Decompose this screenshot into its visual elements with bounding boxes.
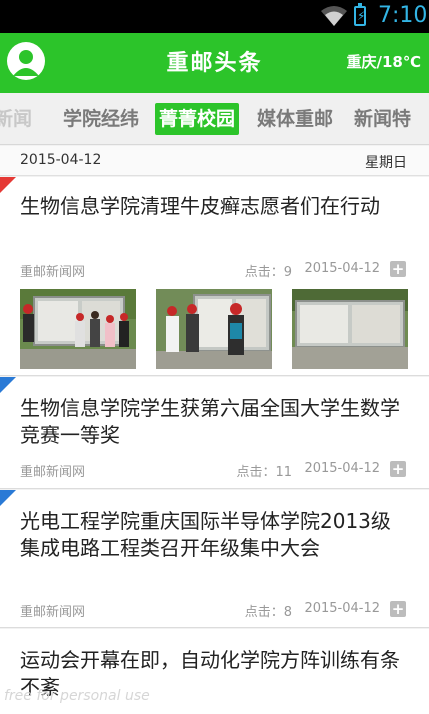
news-photo[interactable] — [156, 289, 272, 369]
tab-media[interactable]: 媒体重邮 — [253, 103, 337, 135]
news-title[interactable]: 生物信息学院清理牛皮癣志愿者们在行动 — [20, 193, 400, 220]
news-clicks: 点击：11 — [236, 465, 292, 480]
status-bar: ⚡ 7:10 — [0, 0, 429, 33]
tab-campus[interactable]: 菁菁校园 — [155, 103, 240, 135]
weekday: 星期日 — [365, 155, 407, 171]
news-meta: 重邮新闻网 点击：9 2015-04-12 — [20, 261, 410, 280]
badge-corner-icon — [0, 377, 16, 393]
category-tabs: 新闻 学院经纬 菁菁校园 媒体重邮 新闻特 — [0, 93, 429, 145]
tab-news-special[interactable]: 新闻特 — [350, 103, 415, 135]
news-meta: 重邮新闻网 点击：11 2015-04-12 — [20, 461, 410, 480]
news-clicks: 点击：8 — [244, 605, 292, 620]
badge-corner-icon — [0, 177, 16, 193]
watermark: free for personal use — [4, 688, 150, 704]
news-item[interactable]: 生物信息学院学生获第六届全国大学生数学竞赛一等奖 重邮新闻网 点击：11 201… — [0, 377, 429, 489]
news-photo[interactable] — [20, 289, 136, 369]
news-source: 重邮新闻网 — [20, 465, 86, 480]
news-source: 重邮新闻网 — [20, 265, 86, 280]
news-source: 重邮新闻网 — [20, 605, 86, 620]
news-date: 2015-04-12 — [304, 601, 380, 616]
add-icon[interactable]: + — [390, 261, 406, 277]
add-icon[interactable]: + — [390, 601, 406, 617]
news-date: 2015-04-12 — [304, 261, 380, 276]
news-clicks: 点击：9 — [244, 265, 292, 280]
news-item[interactable]: 光电工程学院重庆国际半导体学院2013级集成电路工程类召开年级集中大会 重邮新闻… — [0, 490, 429, 628]
battery-icon: ⚡ — [354, 3, 366, 26]
app-header: 重邮头条 重庆/18℃ — [0, 33, 429, 93]
weather-label[interactable]: 重庆/18℃ — [346, 51, 421, 72]
news-date: 2015-04-12 — [304, 461, 380, 476]
tab-news[interactable]: 新闻 — [0, 103, 36, 135]
wifi-icon — [321, 6, 347, 26]
tab-college[interactable]: 学院经纬 — [59, 103, 143, 135]
badge-corner-icon — [0, 490, 16, 506]
news-meta: 重邮新闻网 点击：8 2015-04-12 — [20, 601, 410, 620]
add-icon[interactable]: + — [390, 461, 406, 477]
news-title[interactable]: 光电工程学院重庆国际半导体学院2013级集成电路工程类召开年级集中大会 — [20, 508, 400, 562]
date-bar: 2015-04-12 星期日 — [0, 146, 429, 176]
current-date: 2015-04-12 — [20, 152, 102, 168]
news-item[interactable]: 生物信息学院清理牛皮癣志愿者们在行动 重邮新闻网 点击：9 2015-04-12… — [0, 177, 429, 376]
news-title[interactable]: 生物信息学院学生获第六届全国大学生数学竞赛一等奖 — [20, 395, 400, 449]
news-photo[interactable] — [292, 289, 408, 369]
clock: 7:10 — [378, 3, 428, 28]
